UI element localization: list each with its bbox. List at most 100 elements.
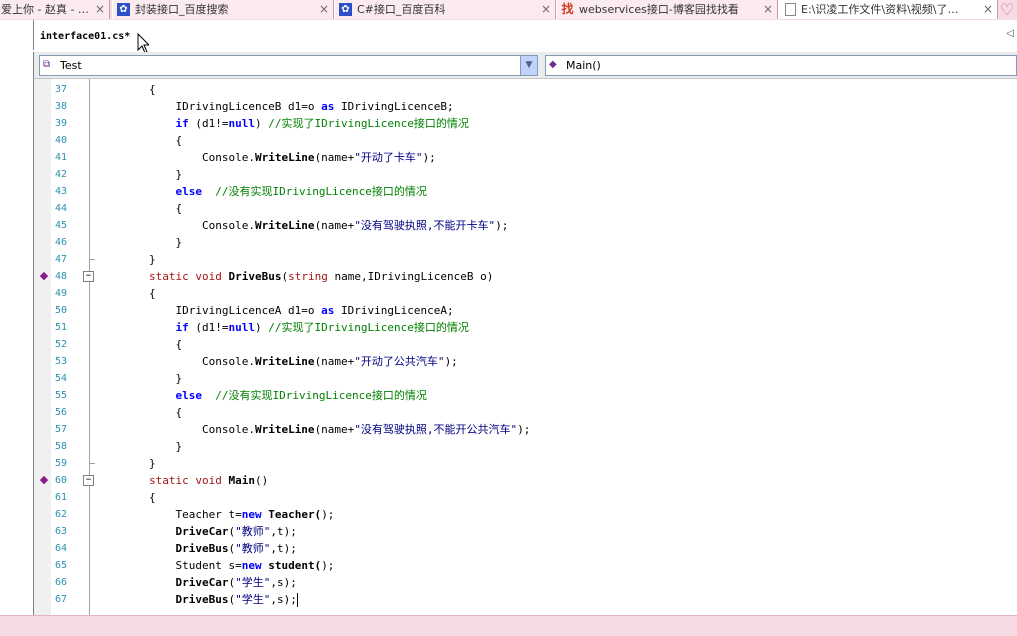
document-tab-bar: interface01.cs* ◁ (33, 20, 1017, 50)
left-window-strip (0, 20, 33, 615)
browser-tab-label: webservices接口-博客园找找看 (579, 3, 739, 16)
code-line[interactable]: } (96, 234, 182, 251)
code-line[interactable]: { (96, 489, 156, 506)
method-icon: ◆ (549, 59, 557, 70)
line-number: 55 (55, 390, 68, 401)
member-dropdown[interactable]: ◆ Main() (545, 55, 1017, 76)
code-line[interactable]: else //没有实现IDrivingLicence接口的情况 (96, 387, 426, 404)
tab-scroll-left-icon[interactable]: ◁ (1006, 28, 1014, 39)
close-icon[interactable]: × (95, 0, 105, 19)
code-line[interactable]: } (96, 251, 156, 268)
code-line[interactable]: { (96, 81, 156, 98)
line-number: 51 (55, 322, 68, 333)
browser-tab-strip: 爱上你 - 赵真 - … × ✿ 封装接口_百度搜索 × ✿ C#接口_百度百科… (0, 0, 1017, 21)
code-line[interactable]: } (96, 370, 182, 387)
browser-tab-3[interactable]: ✿ C#接口_百度百科 × (334, 0, 556, 19)
line-number: 63 (55, 526, 68, 537)
browser-tab-label: C#接口_百度百科 (357, 3, 446, 16)
code-line[interactable]: Console.WriteLine(name+"没有驾驶执照,不能开公共汽车")… (96, 421, 530, 438)
code-line[interactable]: if (d1!=null) //实现了IDrivingLicence接口的情况 (96, 319, 468, 336)
line-number: 66 (55, 577, 68, 588)
code-line[interactable]: IDrivingLicenceA d1=o as IDrivingLicence… (96, 302, 453, 319)
line-number: 67 (55, 594, 68, 605)
close-icon[interactable]: × (763, 0, 773, 19)
line-number: 62 (55, 509, 68, 520)
class-icon: ⧉ (43, 59, 51, 70)
line-number: 41 (55, 152, 68, 163)
line-number: 47 (55, 254, 68, 265)
code-line[interactable]: { (96, 336, 182, 353)
line-number: 39 (55, 118, 68, 129)
line-number: 37 (55, 84, 68, 95)
fold-end-marker (89, 259, 95, 260)
baidu-paw-icon: ✿ (339, 3, 352, 16)
code-line[interactable]: } (96, 166, 182, 183)
code-line[interactable]: if (d1!=null) //实现了IDrivingLicence接口的情况 (96, 115, 468, 132)
line-number: 65 (55, 560, 68, 571)
method-bookmark-icon: ◆ (39, 473, 49, 486)
line-number: 43 (55, 186, 68, 197)
collapse-toggle-icon[interactable]: − (83, 271, 94, 282)
code-line[interactable]: Teacher t=new Teacher(); (96, 506, 334, 523)
code-line[interactable]: { (96, 132, 182, 149)
line-number: 52 (55, 339, 68, 350)
line-number: 64 (55, 543, 68, 554)
line-number: 56 (55, 407, 68, 418)
browser-tab-5[interactable]: E:\识凌工作文件\资料\视频\了… × (778, 0, 998, 19)
code-line[interactable]: else //没有实现IDrivingLicence接口的情况 (96, 183, 426, 200)
code-line[interactable]: } (96, 438, 182, 455)
browser-tab-label: E:\识凌工作文件\资料\视频\了… (801, 3, 959, 16)
code-line[interactable]: IDrivingLicenceB d1=o as IDrivingLicence… (96, 98, 453, 115)
code-line[interactable]: static void Main() (96, 472, 268, 489)
browser-tab-2[interactable]: ✿ 封装接口_百度搜索 × (112, 0, 334, 19)
fold-end-marker (89, 463, 95, 464)
method-bookmark-icon: ◆ (39, 269, 49, 282)
line-number: 45 (55, 220, 68, 231)
class-dropdown-value: Test (60, 59, 82, 72)
browser-tab-label: 封装接口_百度搜索 (135, 3, 229, 16)
line-number: 60 (55, 475, 68, 486)
outline-guide (89, 79, 90, 615)
code-line[interactable]: DriveCar("学生",s); (96, 574, 296, 591)
tab-interface01-cs[interactable]: interface01.cs* (36, 27, 135, 49)
line-number: 42 (55, 169, 68, 180)
navigation-bar: ⧉ Test ▼ ◆ Main() (33, 52, 1017, 79)
indicator-margin (34, 79, 51, 615)
member-dropdown-value: Main() (566, 59, 601, 72)
status-bar (0, 615, 1017, 636)
code-line[interactable]: } (96, 455, 156, 472)
heart-icon[interactable]: ♡ (997, 0, 1017, 20)
collapse-toggle-icon[interactable]: − (83, 475, 94, 486)
line-number: 54 (55, 373, 68, 384)
cnblogs-icon: 找 (561, 2, 574, 16)
code-line[interactable]: DriveBus("学生",s); (96, 591, 298, 608)
line-number: 48 (55, 271, 68, 282)
chevron-down-icon[interactable]: ▼ (520, 56, 537, 75)
code-editor[interactable]: 37 {38 IDrivingLicenceB d1=o as IDriving… (33, 79, 1017, 615)
code-line[interactable]: Console.WriteLine(name+"开动了公共汽车"); (96, 353, 458, 370)
browser-tab-1[interactable]: 爱上你 - 赵真 - … × (0, 0, 110, 19)
close-icon[interactable]: × (541, 0, 551, 19)
code-line[interactable]: { (96, 285, 156, 302)
line-number: 61 (55, 492, 68, 503)
text-caret (296, 593, 298, 607)
code-line[interactable]: DriveCar("教师",t); (96, 523, 296, 540)
line-number: 49 (55, 288, 68, 299)
code-line[interactable]: DriveBus("教师",t); (96, 540, 296, 557)
code-line[interactable]: static void DriveBus(string name,IDrivin… (96, 268, 493, 285)
line-number: 50 (55, 305, 68, 316)
class-dropdown[interactable]: ⧉ Test ▼ (39, 55, 538, 76)
browser-tab-4[interactable]: 找 webservices接口-博客园找找看 × (556, 0, 778, 19)
line-number: 53 (55, 356, 68, 367)
code-line[interactable]: { (96, 404, 182, 421)
line-number: 58 (55, 441, 68, 452)
code-line[interactable]: Student s=new student(); (96, 557, 334, 574)
code-line[interactable]: Console.WriteLine(name+"开动了卡车"); (96, 149, 436, 166)
line-number: 40 (55, 135, 68, 146)
code-line[interactable]: Console.WriteLine(name+"没有驾驶执照,不能开卡车"); (96, 217, 508, 234)
line-number: 46 (55, 237, 68, 248)
line-number: 38 (55, 101, 68, 112)
code-line[interactable]: { (96, 200, 182, 217)
close-icon[interactable]: × (983, 0, 993, 19)
close-icon[interactable]: × (319, 0, 329, 19)
